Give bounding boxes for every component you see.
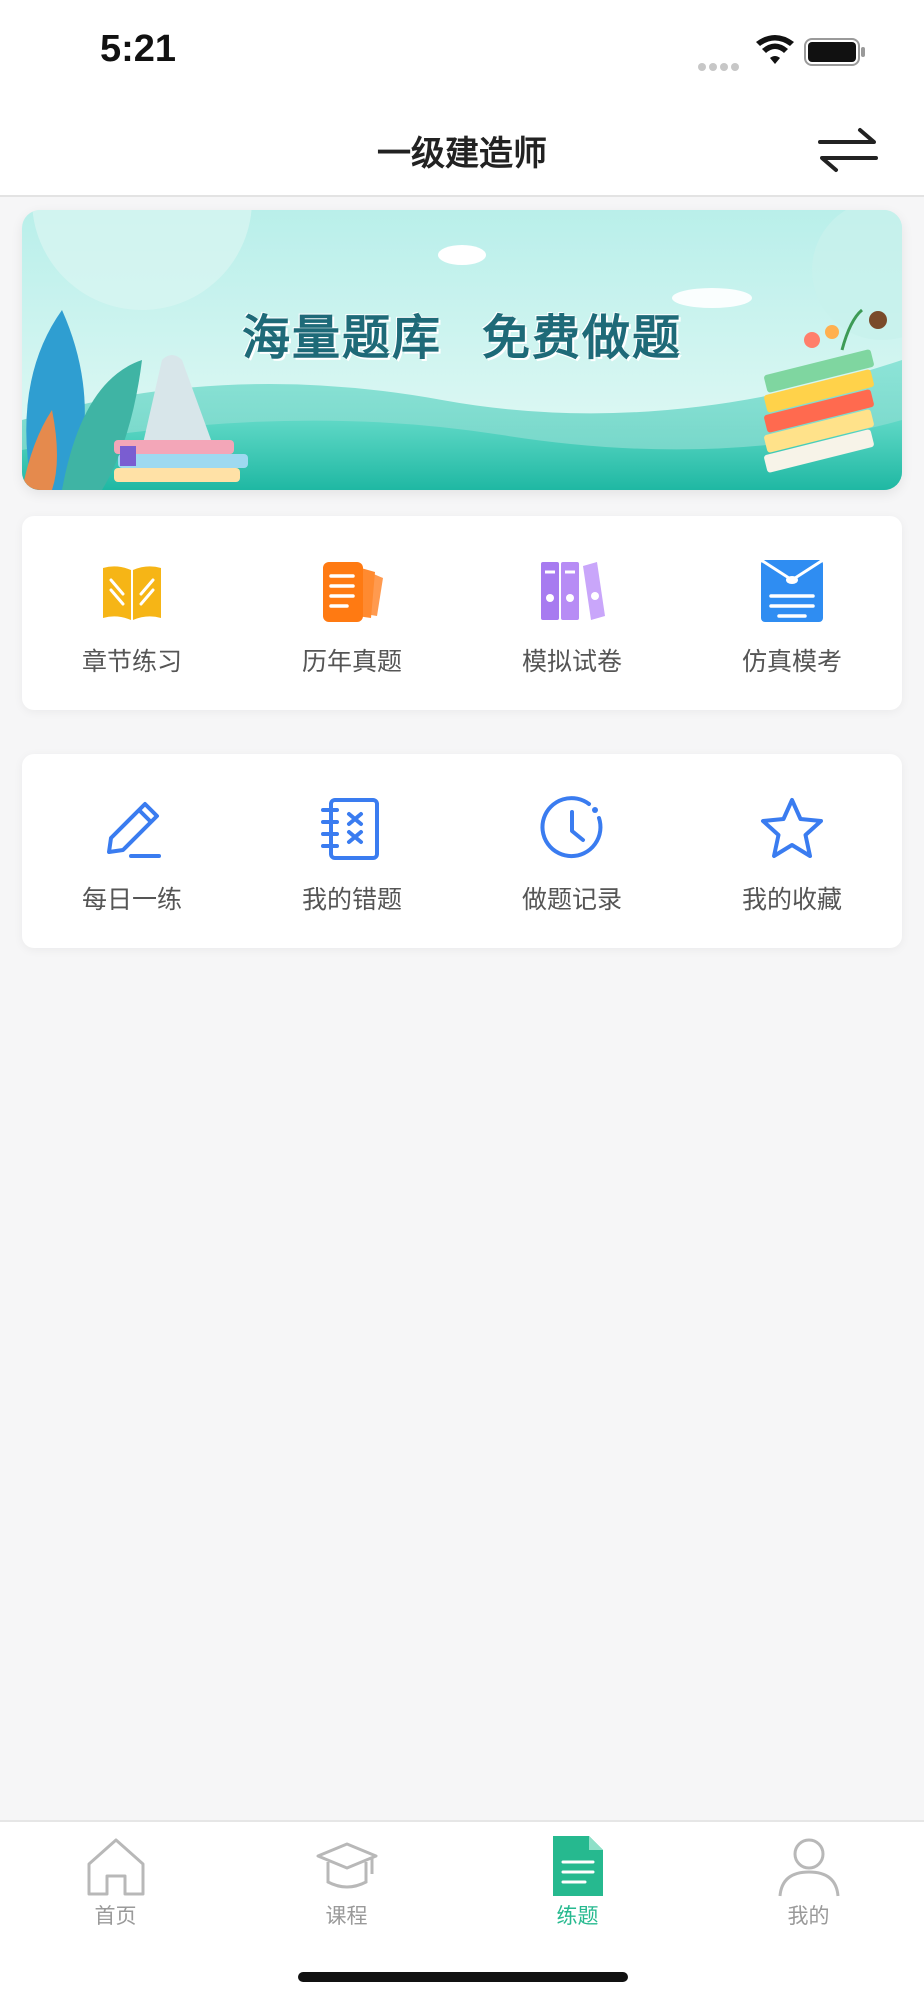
open-book-icon — [103, 566, 161, 620]
switch-subject-button[interactable] — [816, 124, 880, 176]
tab-label: 课程 — [325, 1904, 368, 1928]
battery-icon — [804, 38, 865, 66]
tab-label: 我的 — [787, 1904, 830, 1928]
tile-wrong-questions[interactable]: 我的错题 — [242, 754, 462, 948]
nav-header: 一级建造师 — [0, 100, 924, 197]
tile-chapter-practice[interactable]: 章节练习 — [22, 516, 242, 710]
home-indicator — [298, 1972, 628, 1982]
practice-modes-card: 章节练习 历年真题 模拟试卷 仿真模考 — [22, 516, 902, 710]
status-bar: 5:21 — [0, 0, 924, 100]
graduation-cap-icon — [316, 1842, 377, 1889]
tile-label: 章节练习 — [81, 647, 182, 676]
tile-label: 仿真模考 — [741, 647, 842, 676]
page-title: 一级建造师 — [377, 134, 547, 174]
tile-label: 模拟试卷 — [521, 647, 622, 676]
swap-arrows-icon — [818, 128, 878, 172]
envelope-exam-icon — [760, 558, 824, 622]
tile-simulated-exam[interactable]: 仿真模考 — [682, 516, 902, 710]
tile-past-exams[interactable]: 历年真题 — [242, 516, 462, 710]
promo-banner[interactable]: 海量题库 免费做题 — [22, 210, 902, 490]
document-stack-icon — [323, 562, 383, 622]
document-icon — [552, 1836, 603, 1896]
banner-headline: 海量题库 免费做题 — [22, 298, 902, 368]
home-icon — [87, 1838, 144, 1896]
status-time: 5:21 — [100, 28, 177, 70]
tile-label: 历年真题 — [301, 647, 402, 676]
tab-mine[interactable]: 我的 — [693, 1822, 924, 2000]
tab-label: 首页 — [94, 1904, 137, 1928]
cellular-signal-icon — [698, 56, 742, 71]
star-icon — [761, 798, 823, 858]
tile-daily-practice[interactable]: 每日一练 — [22, 754, 242, 948]
wifi-icon — [756, 35, 794, 64]
user-icon — [778, 1838, 839, 1897]
banner-headline-right: 免费做题 — [482, 310, 683, 366]
tile-mock-papers[interactable]: 模拟试卷 — [462, 516, 682, 710]
tile-label: 每日一练 — [81, 885, 182, 914]
pencil-icon — [107, 802, 161, 858]
clock-icon — [540, 796, 603, 859]
notebook-x-icon — [321, 798, 379, 860]
tile-label: 我的错题 — [301, 885, 402, 914]
tile-label: 做题记录 — [521, 885, 622, 914]
tile-label: 我的收藏 — [741, 885, 842, 914]
tab-home[interactable]: 首页 — [0, 1822, 231, 2000]
tile-practice-history[interactable]: 做题记录 — [462, 754, 682, 948]
tile-my-favorites[interactable]: 我的收藏 — [682, 754, 902, 948]
banner-headline-left: 海量题库 — [241, 310, 442, 366]
binders-icon — [541, 562, 605, 620]
tools-card: 每日一练 我的错题 做题记录 我的收藏 — [22, 754, 902, 948]
tab-label: 练题 — [556, 1904, 599, 1928]
